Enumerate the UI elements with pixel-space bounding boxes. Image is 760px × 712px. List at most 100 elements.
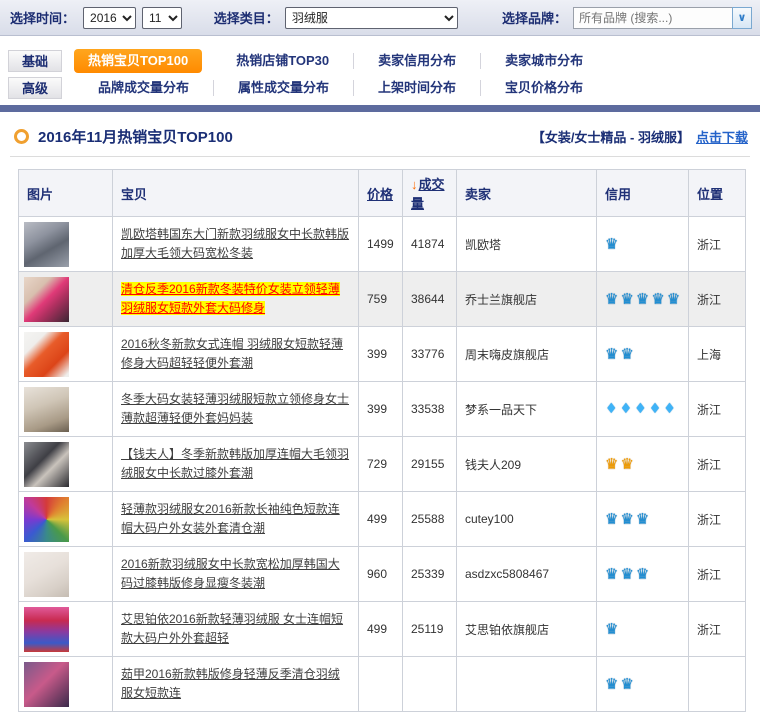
bullet-icon: [14, 129, 29, 144]
col-header-location: 位置: [689, 170, 746, 217]
item-cell: 清仓反季2016新款冬装特价女装立领轻薄羽绒服女短款外套大码修身: [113, 272, 359, 327]
top100-table: 图片 宝贝 价格 ↓成交量 卖家 信用 位置 凯欧塔韩国东大门新款羽绒服女中长款…: [18, 169, 746, 712]
price-cell: 759: [359, 272, 403, 327]
col-header-seller: 卖家: [457, 170, 597, 217]
table-row: 2016新款羽绒服女中长款宽松加厚韩国大码过膝韩版修身显瘦冬装潮96025339…: [19, 547, 746, 602]
location-cell: 浙江: [689, 272, 746, 327]
category-select[interactable]: 羽绒服: [285, 7, 458, 29]
seller-cell: 艾思铂依旗舰店: [457, 602, 597, 657]
product-title-link[interactable]: 茹甲2016新款韩版修身轻薄反季清仓羽绒服女短款连: [121, 667, 340, 700]
table-row: 茹甲2016新款韩版修身轻薄反季清仓羽绒服女短款连♛♛: [19, 657, 746, 712]
blue-crown-icon: ♛: [605, 290, 620, 308]
year-select[interactable]: 2016: [83, 7, 136, 29]
blue-crown-icon: ♛: [605, 510, 620, 528]
seller-cell: cutey100: [457, 492, 597, 547]
price-cell: 499: [359, 492, 403, 547]
image-cell: [19, 437, 113, 492]
credit-cell: ♛: [597, 217, 689, 272]
basic-tabs-container: 热销宝贝TOP100 热销店铺TOP30卖家信用分布卖家城市分布: [74, 47, 607, 74]
location-cell: [689, 657, 746, 712]
volume-cell: 33776: [403, 327, 457, 382]
product-thumbnail[interactable]: [24, 332, 69, 377]
advanced-tab-1[interactable]: 属性成交量分布: [213, 80, 353, 96]
category-filter-label: 选择类目：: [214, 8, 279, 27]
credit-cell: ♛♛: [597, 437, 689, 492]
location-cell: 浙江: [689, 602, 746, 657]
volume-cell: [403, 657, 457, 712]
product-title-link[interactable]: 凯欧塔韩国东大门新款羽绒服女中长款韩版加厚大毛领大码宽松冬装: [121, 227, 349, 260]
table-header-row: 图片 宝贝 价格 ↓成交量 卖家 信用 位置: [19, 170, 746, 217]
product-title-link[interactable]: 艾思铂依2016新款轻薄羽绒服 女士连帽短款大码户外外套超轻: [121, 612, 343, 645]
table-row: 【钱夫人】冬季新款韩版加厚连帽大毛领羽绒服女中长款过膝外套潮72929155钱夫…: [19, 437, 746, 492]
brand-dropdown-button[interactable]: ∨: [732, 7, 752, 29]
basic-tab-3[interactable]: 卖家城市分布: [480, 53, 607, 69]
credit-cell: ♦♦♦♦♦: [597, 382, 689, 437]
basic-tab-0[interactable]: 热销宝贝TOP100: [74, 49, 202, 73]
blue-crown-icon: ♛: [636, 290, 651, 308]
product-thumbnail[interactable]: [24, 387, 69, 432]
product-title-link[interactable]: 【钱夫人】冬季新款韩版加厚连帽大毛领羽绒服女中长款过膝外套潮: [121, 447, 349, 480]
blue-crown-icon: ♛: [667, 290, 682, 308]
month-select[interactable]: 11: [142, 7, 182, 29]
table-row: 轻薄款羽绒服女2016新款长袖纯色短款连帽大码户外女装外套清仓潮49925588…: [19, 492, 746, 547]
item-cell: 凯欧塔韩国东大门新款羽绒服女中长款韩版加厚大毛领大码宽松冬装: [113, 217, 359, 272]
blue-crown-icon: ♛: [605, 345, 620, 363]
brand-filter-label: 选择品牌：: [502, 8, 567, 27]
item-cell: 2016新款羽绒服女中长款宽松加厚韩国大码过膝韩版修身显瘦冬装潮: [113, 547, 359, 602]
col-header-volume[interactable]: ↓成交量: [403, 170, 457, 217]
price-cell: 960: [359, 547, 403, 602]
product-thumbnail[interactable]: [24, 442, 69, 487]
basic-tab-1[interactable]: 热销店铺TOP30: [212, 53, 353, 69]
basic-tab-2[interactable]: 卖家信用分布: [353, 53, 480, 69]
gold-crown-icon: ♛: [620, 455, 635, 473]
product-thumbnail[interactable]: [24, 607, 69, 652]
product-thumbnail[interactable]: [24, 552, 69, 597]
product-thumbnail[interactable]: [24, 277, 69, 322]
product-thumbnail[interactable]: [24, 497, 69, 542]
table-row: 2016秋冬新款女式连帽 羽绒服女短款轻薄 修身大码超轻轻便外套潮3993377…: [19, 327, 746, 382]
table-row: 冬季大码女装轻薄羽绒服短款立领修身女士薄款超薄轻便外套妈妈装39933538梦系…: [19, 382, 746, 437]
blue-diamond-icon: ♦: [634, 401, 649, 417]
product-title-link[interactable]: 轻薄款羽绒服女2016新款长袖纯色短款连帽大码户外女装外套清仓潮: [121, 502, 340, 535]
download-link[interactable]: 点击下载: [696, 127, 748, 146]
product-thumbnail[interactable]: [24, 662, 69, 707]
credit-cell: ♛: [597, 602, 689, 657]
nav-divider-bar: [0, 105, 760, 112]
section-header: 2016年11月热销宝贝TOP100 【女装/女士精品 - 羽绒服】 点击下载: [10, 126, 750, 157]
blue-crown-icon: ♛: [620, 345, 635, 363]
credit-cell: ♛♛♛: [597, 492, 689, 547]
brand-search-input[interactable]: [573, 7, 732, 29]
product-title-link[interactable]: 2016秋冬新款女式连帽 羽绒服女短款轻薄 修身大码超轻轻便外套潮: [121, 337, 343, 370]
product-title-link[interactable]: 2016新款羽绒服女中长款宽松加厚韩国大码过膝韩版修身显瘦冬装潮: [121, 557, 340, 590]
basic-tab-row: 基础 热销宝贝TOP100热销店铺TOP30卖家信用分布卖家城市分布: [0, 47, 760, 74]
advanced-group-label: 高级: [8, 77, 62, 99]
product-title-link[interactable]: 冬季大码女装轻薄羽绒服短款立领修身女士薄款超薄轻便外套妈妈装: [121, 392, 349, 425]
price-sort-link[interactable]: 价格: [367, 187, 393, 202]
seller-cell: 钱夫人209: [457, 437, 597, 492]
blue-crown-icon: ♛: [636, 565, 651, 583]
blue-crown-icon: ♛: [605, 565, 620, 583]
blue-diamond-icon: ♦: [605, 401, 620, 417]
volume-cell: 25119: [403, 602, 457, 657]
item-cell: 轻薄款羽绒服女2016新款长袖纯色短款连帽大码户外女装外套清仓潮: [113, 492, 359, 547]
advanced-tab-3[interactable]: 宝贝价格分布: [480, 80, 607, 96]
blue-crown-icon: ♛: [620, 675, 635, 693]
advanced-tab-2[interactable]: 上架时间分布: [353, 80, 480, 96]
image-cell: [19, 492, 113, 547]
product-title-link[interactable]: 清仓反季2016新款冬装特价女装立领轻薄羽绒服女短款外套大码修身: [121, 282, 340, 315]
price-cell: 499: [359, 602, 403, 657]
seller-cell: 乔士兰旗舰店: [457, 272, 597, 327]
advanced-tab-0[interactable]: 品牌成交量分布: [74, 80, 213, 96]
volume-cell: 38644: [403, 272, 457, 327]
col-header-item: 宝贝: [113, 170, 359, 217]
product-thumbnail[interactable]: [24, 222, 69, 267]
item-cell: 冬季大码女装轻薄羽绒服短款立领修身女士薄款超薄轻便外套妈妈装: [113, 382, 359, 437]
blue-diamond-icon: ♦: [663, 401, 678, 417]
image-cell: [19, 382, 113, 437]
col-header-price[interactable]: 价格: [359, 170, 403, 217]
image-cell: [19, 657, 113, 712]
image-cell: [19, 327, 113, 382]
price-cell: 399: [359, 382, 403, 437]
category-breadcrumb: 【女装/女士精品 - 羽绒服】: [532, 127, 690, 146]
blue-crown-icon: ♛: [636, 510, 651, 528]
